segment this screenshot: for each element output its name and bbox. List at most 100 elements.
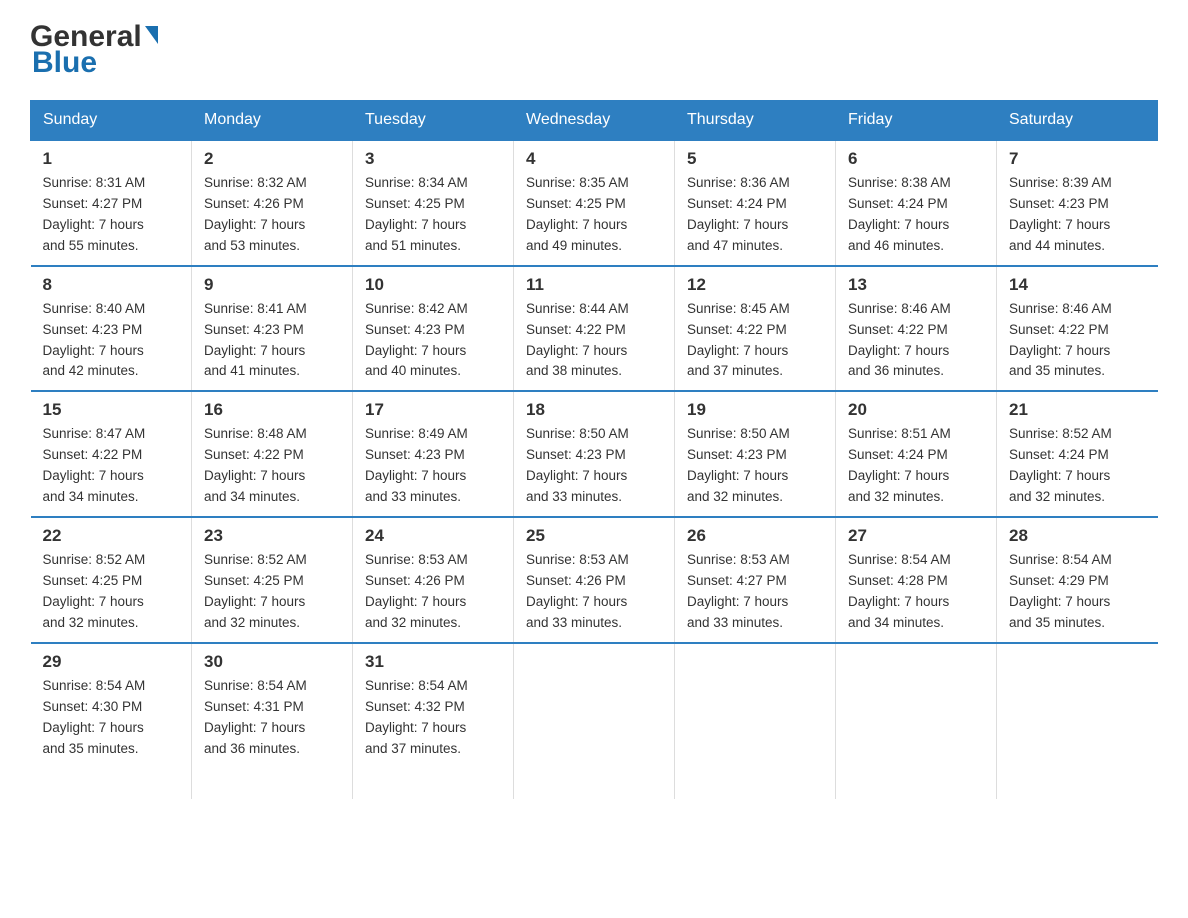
- day-info: Sunrise: 8:52 AMSunset: 4:24 PMDaylight:…: [1009, 424, 1146, 508]
- calendar-cell: [675, 643, 836, 800]
- header-saturday: Saturday: [997, 101, 1158, 141]
- day-number: 27: [848, 526, 984, 546]
- day-number: 25: [526, 526, 662, 546]
- calendar-cell: 31 Sunrise: 8:54 AMSunset: 4:32 PMDayligh…: [353, 643, 514, 800]
- calendar-cell: 24 Sunrise: 8:53 AMSunset: 4:26 PMDayligh…: [353, 517, 514, 643]
- calendar-cell: 27 Sunrise: 8:54 AMSunset: 4:28 PMDayligh…: [836, 517, 997, 643]
- header-sunday: Sunday: [31, 101, 192, 141]
- calendar-cell: 25Sunrise: 8:53 AMSunset: 4:26 PMDayligh…: [514, 517, 675, 643]
- day-info: Sunrise: 8:46 AMSunset: 4:22 PMDaylight:…: [1009, 299, 1146, 383]
- calendar-cell: 5 Sunrise: 8:36 AMSunset: 4:24 PMDaylight…: [675, 140, 836, 266]
- day-number: 7: [1009, 149, 1146, 169]
- day-info: Sunrise: 8:50 AMSunset: 4:23 PMDaylight:…: [687, 424, 823, 508]
- logo-blue-text: Blue: [32, 46, 97, 80]
- calendar-week-3: 15 Sunrise: 8:47 AMSunset: 4:22 PMDayligh…: [31, 391, 1158, 517]
- day-info: Sunrise: 8:50 AMSunset: 4:23 PMDaylight:…: [526, 424, 662, 508]
- calendar-cell: 1 Sunrise: 8:31 AMSunset: 4:27 PMDaylight…: [31, 140, 192, 266]
- calendar-header-row: SundayMondayTuesdayWednesdayThursdayFrid…: [31, 101, 1158, 141]
- calendar-cell: 14 Sunrise: 8:46 AMSunset: 4:22 PMDayligh…: [997, 266, 1158, 392]
- calendar-cell: 4 Sunrise: 8:35 AMSunset: 4:25 PMDaylight…: [514, 140, 675, 266]
- day-number: 24: [365, 526, 501, 546]
- day-info: Sunrise: 8:42 AMSunset: 4:23 PMDaylight:…: [365, 299, 501, 383]
- calendar-cell: 12 Sunrise: 8:45 AMSunset: 4:22 PMDayligh…: [675, 266, 836, 392]
- calendar-cell: 17 Sunrise: 8:49 AMSunset: 4:23 PMDayligh…: [353, 391, 514, 517]
- day-info: Sunrise: 8:45 AMSunset: 4:22 PMDaylight:…: [687, 299, 823, 383]
- page-header: General Blue: [30, 20, 1158, 80]
- calendar-cell: 19 Sunrise: 8:50 AMSunset: 4:23 PMDayligh…: [675, 391, 836, 517]
- logo-arrow-icon: [145, 26, 158, 44]
- day-info: Sunrise: 8:54 AMSunset: 4:29 PMDaylight:…: [1009, 550, 1146, 634]
- calendar-table: SundayMondayTuesdayWednesdayThursdayFrid…: [30, 100, 1158, 799]
- day-info: Sunrise: 8:54 AMSunset: 4:31 PMDaylight:…: [204, 676, 340, 760]
- calendar-cell: 13 Sunrise: 8:46 AMSunset: 4:22 PMDayligh…: [836, 266, 997, 392]
- calendar-cell: [997, 643, 1158, 800]
- calendar-cell: [836, 643, 997, 800]
- day-number: 14: [1009, 275, 1146, 295]
- calendar-cell: 23 Sunrise: 8:52 AMSunset: 4:25 PMDayligh…: [192, 517, 353, 643]
- calendar-cell: 18Sunrise: 8:50 AMSunset: 4:23 PMDayligh…: [514, 391, 675, 517]
- calendar-week-1: 1 Sunrise: 8:31 AMSunset: 4:27 PMDaylight…: [31, 140, 1158, 266]
- header-friday: Friday: [836, 101, 997, 141]
- calendar-cell: 29Sunrise: 8:54 AMSunset: 4:30 PMDayligh…: [31, 643, 192, 800]
- day-number: 5: [687, 149, 823, 169]
- calendar-cell: 8Sunrise: 8:40 AMSunset: 4:23 PMDaylight…: [31, 266, 192, 392]
- day-number: 17: [365, 400, 501, 420]
- day-info: Sunrise: 8:40 AMSunset: 4:23 PMDaylight:…: [43, 299, 180, 383]
- calendar-week-4: 22 Sunrise: 8:52 AMSunset: 4:25 PMDayligh…: [31, 517, 1158, 643]
- day-info: Sunrise: 8:38 AMSunset: 4:24 PMDaylight:…: [848, 173, 984, 257]
- header-thursday: Thursday: [675, 101, 836, 141]
- header-wednesday: Wednesday: [514, 101, 675, 141]
- day-number: 31: [365, 652, 501, 672]
- calendar-cell: 26 Sunrise: 8:53 AMSunset: 4:27 PMDayligh…: [675, 517, 836, 643]
- day-number: 20: [848, 400, 984, 420]
- day-number: 16: [204, 400, 340, 420]
- calendar-cell: 11Sunrise: 8:44 AMSunset: 4:22 PMDayligh…: [514, 266, 675, 392]
- day-info: Sunrise: 8:53 AMSunset: 4:26 PMDaylight:…: [365, 550, 501, 634]
- day-info: Sunrise: 8:34 AMSunset: 4:25 PMDaylight:…: [365, 173, 501, 257]
- day-info: Sunrise: 8:31 AMSunset: 4:27 PMDaylight:…: [43, 173, 180, 257]
- day-number: 19: [687, 400, 823, 420]
- calendar-cell: 16 Sunrise: 8:48 AMSunset: 4:22 PMDayligh…: [192, 391, 353, 517]
- day-info: Sunrise: 8:46 AMSunset: 4:22 PMDaylight:…: [848, 299, 984, 383]
- day-number: 10: [365, 275, 501, 295]
- day-number: 6: [848, 149, 984, 169]
- day-info: Sunrise: 8:53 AMSunset: 4:27 PMDaylight:…: [687, 550, 823, 634]
- calendar-week-5: 29Sunrise: 8:54 AMSunset: 4:30 PMDayligh…: [31, 643, 1158, 800]
- calendar-cell: 9Sunrise: 8:41 AMSunset: 4:23 PMDaylight…: [192, 266, 353, 392]
- day-info: Sunrise: 8:54 AMSunset: 4:28 PMDaylight:…: [848, 550, 984, 634]
- calendar-cell: 10 Sunrise: 8:42 AMSunset: 4:23 PMDayligh…: [353, 266, 514, 392]
- calendar-week-2: 8Sunrise: 8:40 AMSunset: 4:23 PMDaylight…: [31, 266, 1158, 392]
- day-info: Sunrise: 8:36 AMSunset: 4:24 PMDaylight:…: [687, 173, 823, 257]
- calendar-cell: 28Sunrise: 8:54 AMSunset: 4:29 PMDayligh…: [997, 517, 1158, 643]
- day-number: 21: [1009, 400, 1146, 420]
- day-info: Sunrise: 8:54 AMSunset: 4:32 PMDaylight:…: [365, 676, 501, 760]
- day-number: 30: [204, 652, 340, 672]
- day-info: Sunrise: 8:47 AMSunset: 4:22 PMDaylight:…: [43, 424, 180, 508]
- calendar-cell: 20 Sunrise: 8:51 AMSunset: 4:24 PMDayligh…: [836, 391, 997, 517]
- calendar-cell: 2Sunrise: 8:32 AMSunset: 4:26 PMDaylight…: [192, 140, 353, 266]
- day-number: 13: [848, 275, 984, 295]
- day-number: 4: [526, 149, 662, 169]
- header-tuesday: Tuesday: [353, 101, 514, 141]
- day-number: 15: [43, 400, 180, 420]
- calendar-cell: 3 Sunrise: 8:34 AMSunset: 4:25 PMDaylight…: [353, 140, 514, 266]
- day-info: Sunrise: 8:52 AMSunset: 4:25 PMDaylight:…: [43, 550, 180, 634]
- day-number: 22: [43, 526, 180, 546]
- day-number: 3: [365, 149, 501, 169]
- calendar-cell: 6 Sunrise: 8:38 AMSunset: 4:24 PMDaylight…: [836, 140, 997, 266]
- day-info: Sunrise: 8:52 AMSunset: 4:25 PMDaylight:…: [204, 550, 340, 634]
- day-info: Sunrise: 8:49 AMSunset: 4:23 PMDaylight:…: [365, 424, 501, 508]
- calendar-cell: 15 Sunrise: 8:47 AMSunset: 4:22 PMDayligh…: [31, 391, 192, 517]
- day-info: Sunrise: 8:48 AMSunset: 4:22 PMDaylight:…: [204, 424, 340, 508]
- day-number: 1: [43, 149, 180, 169]
- day-info: Sunrise: 8:35 AMSunset: 4:25 PMDaylight:…: [526, 173, 662, 257]
- day-info: Sunrise: 8:44 AMSunset: 4:22 PMDaylight:…: [526, 299, 662, 383]
- day-number: 29: [43, 652, 180, 672]
- day-number: 23: [204, 526, 340, 546]
- calendar-cell: 30 Sunrise: 8:54 AMSunset: 4:31 PMDayligh…: [192, 643, 353, 800]
- calendar-cell: 21 Sunrise: 8:52 AMSunset: 4:24 PMDayligh…: [997, 391, 1158, 517]
- day-number: 26: [687, 526, 823, 546]
- day-info: Sunrise: 8:51 AMSunset: 4:24 PMDaylight:…: [848, 424, 984, 508]
- day-number: 12: [687, 275, 823, 295]
- calendar-cell: 7Sunrise: 8:39 AMSunset: 4:23 PMDaylight…: [997, 140, 1158, 266]
